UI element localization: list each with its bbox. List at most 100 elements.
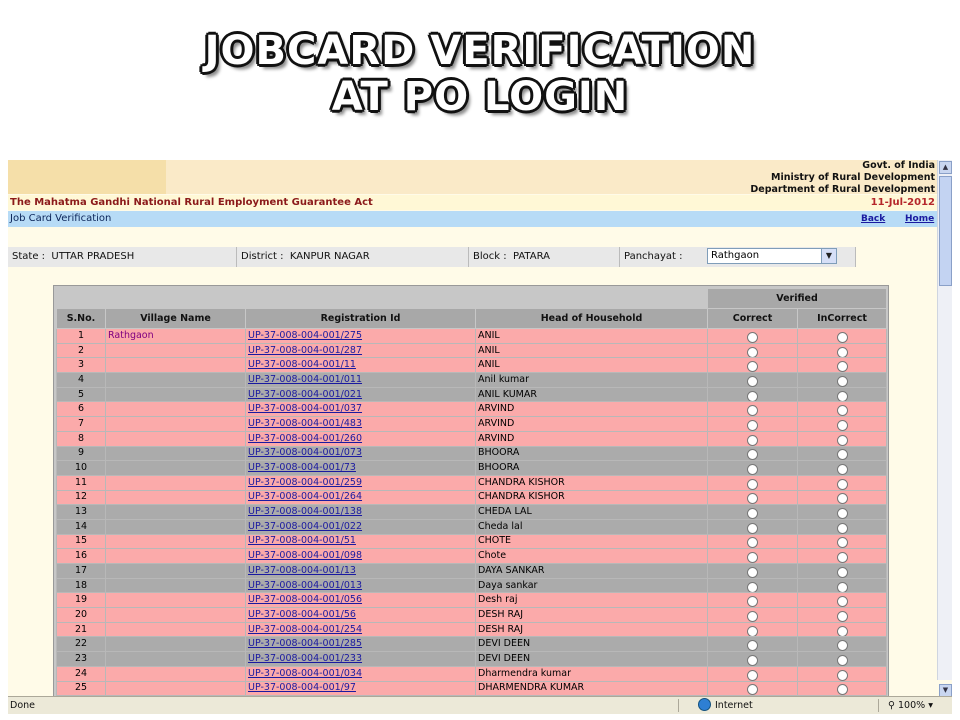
registration-link[interactable]: UP-37-008-004-001/275 — [245, 328, 476, 344]
registration-link[interactable]: UP-37-008-004-001/13 — [245, 563, 476, 579]
cell-village — [105, 416, 246, 432]
status-text: Done — [10, 700, 35, 711]
incorrect-radio[interactable] — [836, 566, 848, 578]
cell-village — [105, 577, 246, 594]
cell-sno: 13 — [56, 504, 106, 520]
incorrect-radio[interactable] — [836, 669, 848, 681]
incorrect-radio[interactable] — [836, 640, 848, 651]
registration-link[interactable]: UP-37-008-004-001/037 — [245, 401, 476, 418]
correct-radio[interactable] — [747, 610, 758, 622]
registration-link[interactable]: UP-37-008-004-001/034 — [245, 665, 476, 682]
home-link[interactable]: Home — [905, 214, 934, 224]
correct-radio[interactable] — [747, 434, 758, 446]
cell-village — [105, 401, 246, 418]
cell-sno: 14 — [56, 518, 106, 535]
correct-radio[interactable] — [747, 684, 758, 695]
registration-link[interactable]: UP-37-008-004-001/56 — [245, 607, 476, 623]
registration-link[interactable]: UP-37-008-004-001/51 — [245, 533, 476, 550]
table-row: 8 UP-37-008-004-001/260 ARVIND — [56, 430, 888, 447]
correct-radio[interactable] — [747, 566, 758, 578]
registration-link[interactable]: UP-37-008-004-001/098 — [245, 548, 476, 564]
scroll-up-icon[interactable]: ▲ — [939, 161, 952, 174]
cell-correct — [707, 504, 798, 520]
incorrect-radio[interactable] — [836, 331, 848, 343]
vertical-scrollbar[interactable]: ▲ ▼ — [937, 160, 952, 697]
correct-radio[interactable] — [747, 346, 758, 357]
registration-link[interactable]: UP-37-008-004-001/483 — [245, 416, 476, 432]
registration-link[interactable]: UP-37-008-004-001/287 — [245, 342, 476, 359]
incorrect-radio[interactable] — [836, 405, 848, 416]
correct-radio[interactable] — [747, 375, 758, 387]
registration-link[interactable]: UP-37-008-004-001/264 — [245, 489, 476, 506]
registration-link[interactable]: UP-37-008-004-001/013 — [245, 577, 476, 594]
incorrect-radio[interactable] — [836, 464, 848, 475]
incorrect-radio[interactable] — [836, 361, 848, 372]
incorrect-radio[interactable] — [836, 625, 848, 636]
incorrect-radio[interactable] — [836, 654, 848, 666]
col-header-incorrect: InCorrect — [796, 308, 888, 329]
correct-radio[interactable] — [747, 508, 758, 519]
registration-link[interactable]: UP-37-008-004-001/138 — [245, 504, 476, 520]
state-filter: State : UTTAR PRADESH — [8, 247, 237, 267]
incorrect-radio[interactable] — [836, 346, 848, 357]
correct-radio[interactable] — [747, 390, 758, 401]
incorrect-radio[interactable] — [836, 449, 848, 460]
cell-village — [105, 504, 246, 520]
incorrect-radio[interactable] — [836, 390, 848, 401]
correct-radio[interactable] — [747, 449, 758, 460]
incorrect-radio[interactable] — [836, 375, 848, 387]
correct-radio[interactable] — [747, 596, 758, 607]
registration-link[interactable]: UP-37-008-004-001/260 — [245, 430, 476, 447]
correct-radio[interactable] — [747, 478, 758, 490]
incorrect-radio[interactable] — [836, 684, 848, 695]
incorrect-radio[interactable] — [836, 581, 848, 592]
correct-radio[interactable] — [747, 640, 758, 651]
correct-radio[interactable] — [747, 419, 758, 431]
chevron-down-icon[interactable]: ▼ — [821, 249, 836, 263]
act-title: The Mahatma Gandhi National Rural Employ… — [10, 197, 373, 208]
registration-link[interactable]: UP-37-008-004-001/11 — [245, 357, 476, 374]
incorrect-radio[interactable] — [836, 434, 848, 446]
correct-radio[interactable] — [747, 654, 758, 666]
registration-link[interactable]: UP-37-008-004-001/011 — [245, 372, 476, 388]
panchayat-select[interactable]: Rathgaon ▼ — [707, 248, 837, 264]
correct-radio[interactable] — [747, 625, 758, 636]
correct-radio[interactable] — [747, 581, 758, 592]
registration-link[interactable]: UP-37-008-004-001/073 — [245, 445, 476, 462]
incorrect-radio[interactable] — [836, 610, 848, 622]
registration-link[interactable]: UP-37-008-004-001/97 — [245, 680, 476, 697]
registration-link[interactable]: UP-37-008-004-001/021 — [245, 386, 476, 403]
incorrect-radio[interactable] — [836, 522, 848, 534]
incorrect-radio[interactable] — [836, 596, 848, 607]
cell-head-of-household: Dharmendra kumar — [475, 665, 708, 682]
incorrect-radio[interactable] — [836, 419, 848, 431]
correct-radio[interactable] — [747, 522, 758, 534]
registration-link[interactable]: UP-37-008-004-001/285 — [245, 636, 476, 653]
incorrect-radio[interactable] — [836, 552, 848, 563]
incorrect-radio[interactable] — [836, 478, 848, 490]
incorrect-radio[interactable] — [836, 537, 848, 548]
incorrect-radio[interactable] — [836, 493, 848, 504]
correct-radio[interactable] — [747, 464, 758, 475]
correct-radio[interactable] — [747, 331, 758, 343]
zoom-level[interactable]: ⚲ 100% ▾ — [888, 697, 933, 714]
registration-link[interactable]: UP-37-008-004-001/259 — [245, 474, 476, 491]
correct-radio[interactable] — [747, 552, 758, 563]
cell-correct — [707, 607, 798, 623]
registration-link[interactable]: UP-37-008-004-001/233 — [245, 651, 476, 667]
scroll-thumb[interactable] — [939, 176, 952, 286]
correct-radio[interactable] — [747, 405, 758, 416]
cell-sno: 4 — [56, 372, 106, 388]
correct-radio[interactable] — [747, 537, 758, 548]
correct-radio[interactable] — [747, 493, 758, 504]
block-label: Block : — [473, 251, 507, 262]
registration-link[interactable]: UP-37-008-004-001/022 — [245, 518, 476, 535]
incorrect-radio[interactable] — [836, 508, 848, 519]
registration-link[interactable]: UP-37-008-004-001/056 — [245, 592, 476, 609]
back-link[interactable]: Back — [861, 214, 885, 224]
correct-radio[interactable] — [747, 669, 758, 681]
status-divider — [878, 699, 879, 712]
correct-radio[interactable] — [747, 361, 758, 372]
registration-link[interactable]: UP-37-008-004-001/73 — [245, 460, 476, 476]
registration-link[interactable]: UP-37-008-004-001/254 — [245, 621, 476, 638]
